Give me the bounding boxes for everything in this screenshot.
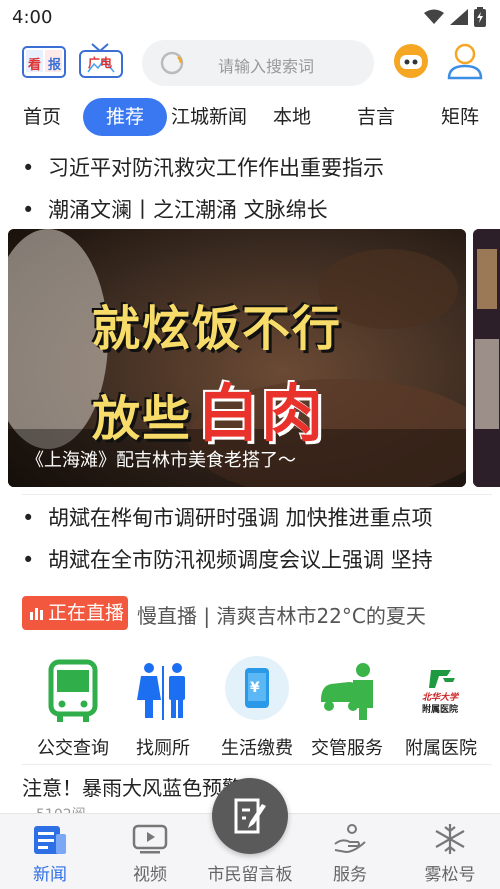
search-placeholder: 请输入搜索词: [218, 57, 315, 76]
news-icon: [34, 826, 66, 854]
headline-text: 潮涌文澜丨之江潮涌 文脉绵长: [48, 198, 328, 222]
banner-overlay-line-1: 就炫饭不行: [92, 301, 343, 357]
robot-icon: [394, 44, 428, 78]
tab-matrix[interactable]: 矩阵: [430, 98, 490, 136]
snowflake-icon: [435, 824, 465, 854]
headline-text: 习近平对防汛救灾工作作出重要指示: [48, 156, 384, 180]
phone-payment-symbol: ¥: [250, 680, 260, 696]
bullet-icon: •: [22, 156, 35, 180]
headline-item[interactable]: • 胡斌在全市防汛视频调度会议上强调 坚持: [22, 544, 492, 574]
notice-title[interactable]: 注意！暴雨大风蓝色预警: [22, 772, 242, 801]
category-tabs: 首页 推荐 江城新闻 本地 吉言 矩阵: [0, 98, 500, 140]
live-badge-label: 正在直播: [48, 602, 125, 624]
headline-item[interactable]: • 潮涌文澜丨之江潮涌 文脉绵长: [22, 194, 492, 224]
service-find-restroom[interactable]: 找厕所: [118, 656, 208, 766]
headline-text: 胡斌在桦甸市调研时强调 加快推进重点项: [48, 506, 433, 530]
tab-local[interactable]: 本地: [262, 98, 322, 136]
battery-icon: [474, 7, 486, 27]
ai-assistant-button[interactable]: [392, 42, 430, 80]
banner-overlay-line-2: 放些 白肉: [92, 363, 325, 453]
service-label: 交管服务: [311, 738, 383, 759]
kanbao-logo[interactable]: 看 报: [22, 44, 66, 80]
live-bars-icon: [30, 608, 43, 620]
bullet-icon: •: [22, 198, 35, 222]
banner-next-image: [473, 229, 500, 487]
nav-label: 视频: [133, 865, 167, 885]
nav-video[interactable]: 视频: [100, 814, 200, 889]
service-label: 找厕所: [136, 738, 190, 759]
video-icon: [132, 824, 168, 854]
message-board-icon: [234, 798, 266, 834]
nav-news[interactable]: 新闻: [0, 814, 100, 889]
divider: [22, 494, 492, 495]
live-stream-title[interactable]: 慢直播 | 清爽吉林市22°C的夏天: [137, 600, 426, 629]
kanbao-logo-text-1: 看: [28, 58, 42, 73]
headline-item[interactable]: • 习近平对防汛救灾工作作出重要指示: [22, 152, 492, 182]
bullet-icon: •: [22, 548, 35, 572]
service-affiliated-hospital[interactable]: 北华大学 附属医院 附属医院: [396, 656, 486, 766]
user-profile-button[interactable]: [446, 42, 484, 82]
tab-jiyan[interactable]: 吉言: [346, 98, 406, 136]
divider: [22, 764, 492, 765]
service-label: 附属医院: [405, 738, 477, 759]
bullet-icon: •: [22, 506, 35, 530]
restroom-icon: [137, 663, 185, 720]
nav-label: 服务: [333, 865, 367, 885]
nav-label: 市民留言板: [207, 865, 293, 885]
status-bar: 4:00: [0, 0, 500, 34]
tab-jiangcheng-news[interactable]: 江城新闻: [168, 98, 250, 136]
traffic-police-icon: [321, 663, 373, 720]
tab-recommend[interactable]: 推荐: [83, 98, 167, 136]
guangdian-logo-text: 广电: [88, 56, 113, 70]
service-bus-query[interactable]: 公交查询: [28, 656, 118, 766]
status-time: 4:00: [12, 6, 53, 28]
wifi-icon: [424, 9, 444, 24]
nav-label: 新闻: [33, 865, 67, 885]
user-icon: [447, 43, 483, 80]
headline-text: 胡斌在全市防汛视频调度会议上强调 坚持: [48, 548, 433, 572]
app-bar: 看 报 广电 请输入搜索词: [0, 36, 500, 92]
hospital-logo-text-2: 附属医院: [422, 705, 459, 715]
kanbao-logo-text-2: 报: [48, 58, 62, 73]
search-input[interactable]: 请输入搜索词: [142, 40, 374, 86]
banner-caption: 《上海滩》配吉林市美食老搭了～: [26, 450, 296, 471]
service-bill-payment[interactable]: ¥ 生活缴费: [212, 656, 302, 766]
banner-overlay-prefix: 放些: [92, 391, 193, 447]
service-label: 公交查询: [37, 738, 109, 759]
status-icons: [424, 7, 486, 27]
guangdian-logo[interactable]: 广电: [78, 42, 124, 82]
headline-item[interactable]: • 胡斌在桦甸市调研时强调 加快推进重点项: [22, 502, 492, 532]
banner-overlay-highlight: 白肉: [197, 377, 326, 450]
search-icon: [160, 51, 184, 75]
bus-icon: [48, 659, 98, 722]
signal-icon: [450, 9, 468, 25]
service-label: 生活缴费: [221, 738, 293, 759]
service-traffic-management[interactable]: 交管服务: [302, 656, 392, 766]
tab-home[interactable]: 首页: [14, 98, 70, 136]
nav-wusong[interactable]: 雾松号: [400, 814, 500, 889]
banner-next-slide[interactable]: [473, 229, 500, 487]
nav-service[interactable]: 服务: [300, 814, 400, 889]
service-icon: [334, 824, 366, 854]
live-badge[interactable]: 正在直播: [22, 596, 128, 630]
nav-label: 雾松号: [424, 865, 476, 885]
message-board-button[interactable]: [212, 778, 288, 854]
